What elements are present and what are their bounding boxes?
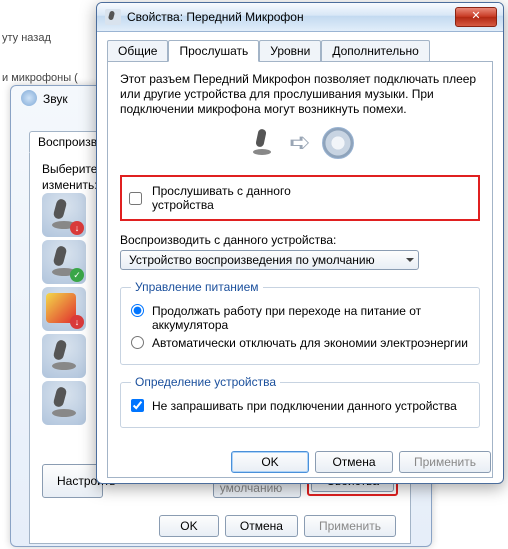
device-mic-2[interactable] [42,240,86,284]
breadcrumb: и микрофоны ( [2,72,78,84]
listen-checkbox[interactable] [129,192,142,205]
sound-cancel-button[interactable]: Отмена [225,515,298,537]
microphone-icon [246,127,278,159]
playback-through-label: Воспроизводить с данного устройства: [120,233,480,247]
device-flow-illustration: ➪ [120,127,480,159]
configure-button[interactable]: Настроить [42,464,103,498]
tab-general[interactable]: Общие [107,40,168,62]
history-hint: уту назад [2,32,51,44]
device-mic-3[interactable] [42,334,86,378]
tab-listen[interactable]: Прослушать [168,40,259,62]
titlebar[interactable]: Свойства: Передний Микрофон ✕ [97,3,503,32]
power-continue-radio[interactable] [131,304,144,317]
chevron-down-icon [406,258,414,266]
device-detection-group: Определение устройства Не запрашивать пр… [120,375,480,428]
arrow-right-icon: ➪ [289,127,311,158]
speaker-icon [322,127,354,159]
device-linein[interactable]: ↓ [42,287,86,331]
tab-advanced[interactable]: Дополнительно [321,40,429,62]
power-continue-label: Продолжать работу при переходе на питани… [152,304,469,332]
power-autooff-radio[interactable] [131,336,144,349]
device-detection-legend: Определение устройства [131,375,280,389]
close-button[interactable]: ✕ [455,7,497,27]
listen-checkbox-label: Прослушивать с данного устройства [152,184,348,212]
sound-window-title: Звук [43,92,68,106]
dialog-title: Свойства: Передний Микрофон [127,10,304,24]
default-badge-icon [70,268,84,282]
listen-description: Этот разъем Передний Микрофон позволяет … [120,72,480,117]
power-management-legend: Управление питанием [131,280,263,294]
disabled-badge-icon: ↓ [70,221,84,235]
device-list[interactable]: ↓ ↓ [42,193,102,428]
tab-levels[interactable]: Уровни [259,40,321,62]
listen-checkbox-highlight: Прослушивать с данного устройства [120,175,480,221]
disabled-badge-icon: ↓ [70,315,84,329]
device-mic-1[interactable]: ↓ [42,193,86,237]
apply-button[interactable]: Применить [399,451,491,473]
sound-ok-button[interactable]: OK [159,515,219,537]
sound-apply-button[interactable]: Применить [304,515,396,537]
playback-device-value: Устройство воспроизведения по умолчанию [129,253,375,267]
power-autooff-label: Автоматически отключать для экономии эле… [152,336,468,350]
speaker-icon [21,90,37,106]
dont-prompt-checkbox[interactable] [131,399,144,412]
device-mic-4[interactable] [42,381,86,425]
dont-prompt-label: Не запрашивать при подключении данного у… [152,399,457,413]
properties-dialog: Свойства: Передний Микрофон ✕ Общие Прос… [96,2,504,484]
microphone-icon [105,9,121,25]
tab-listen-panel: Этот разъем Передний Микрофон позволяет … [107,62,493,478]
power-management-group: Управление питанием Продолжать работу пр… [120,280,480,365]
playback-device-select[interactable]: Устройство воспроизведения по умолчанию [120,250,419,270]
ok-button[interactable]: OK [231,451,309,473]
cancel-button[interactable]: Отмена [315,451,393,473]
tabstrip: Общие Прослушать Уровни Дополнительно [107,40,493,62]
